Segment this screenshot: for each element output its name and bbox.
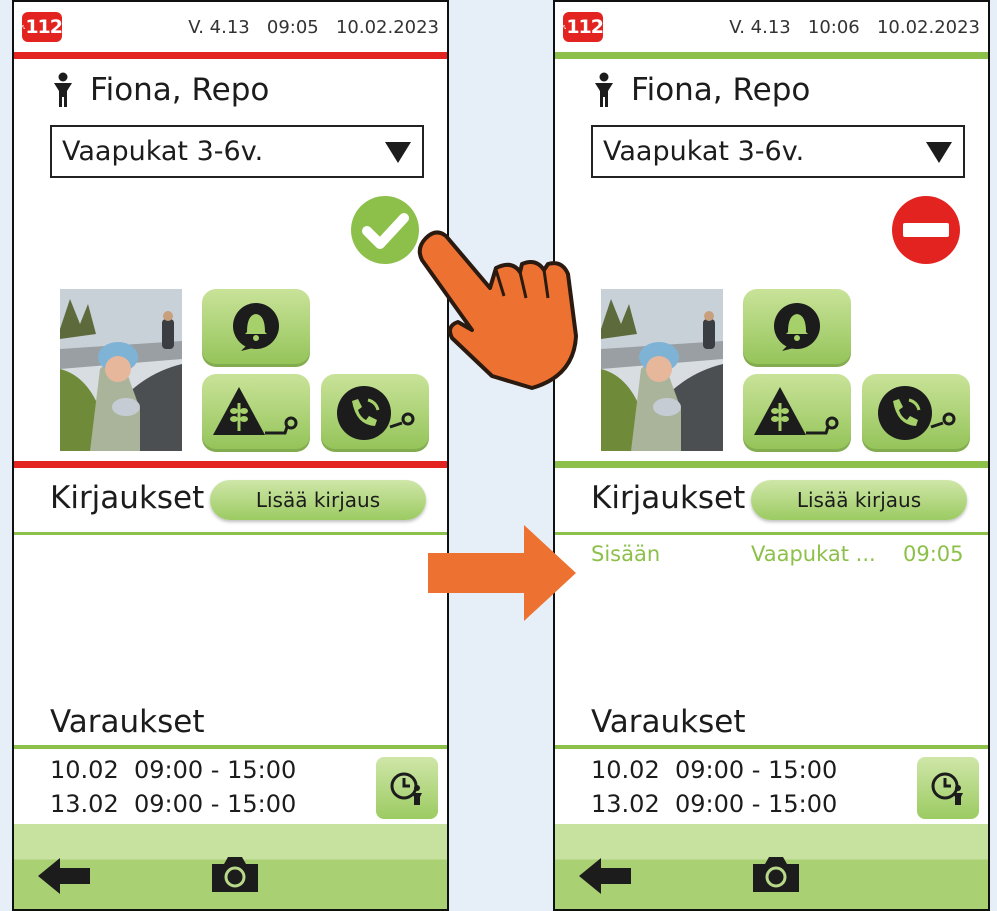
reservation-date: 10.02 — [50, 756, 119, 784]
phone-before-checkin: 112 V. 4.13 09:05 10.02.2023 Fiona, Repo… — [12, 0, 449, 911]
allergy-wheat-icon — [754, 387, 839, 435]
status-time: 09:05 — [266, 16, 319, 38]
kirjaukset-title: Kirjaukset — [591, 480, 746, 516]
allergy-wheat-icon — [213, 387, 298, 435]
status-color-bar — [555, 52, 988, 59]
reservation-date: 13.02 — [591, 790, 660, 818]
status-info: V. 4.13 09:05 10.02.2023 — [188, 17, 439, 38]
bottom-navigation — [555, 824, 988, 909]
child-name: Fiona, Repo — [90, 72, 270, 108]
group-dropdown[interactable]: Vaapukat 3-6v. — [591, 125, 965, 178]
reservation-item: 13.02 09:00 - 15:00 — [50, 790, 296, 818]
phone-call-icon — [337, 386, 415, 440]
bell-notification-icon — [233, 303, 279, 351]
child-header: Fiona, Repo — [52, 72, 269, 108]
child-photo — [601, 289, 723, 451]
section-divider — [555, 461, 988, 468]
group-dropdown[interactable]: Vaapukat 3-6v. — [50, 125, 424, 178]
notification-button[interactable] — [743, 289, 851, 367]
reservations-divider — [555, 745, 988, 749]
camera-icon[interactable] — [751, 854, 801, 894]
bottom-navigation — [14, 824, 447, 909]
reservation-time: 09:00 - 15:00 — [133, 756, 297, 784]
status-bar: 112 V. 4.13 10:06 10.02.2023 — [555, 2, 988, 52]
notification-button[interactable] — [202, 289, 310, 367]
reservations-button[interactable] — [376, 757, 438, 819]
reservations-divider — [14, 745, 447, 749]
reservations-button[interactable] — [917, 757, 979, 819]
emergency-112-button[interactable]: 112 — [563, 12, 604, 42]
child-name: Fiona, Repo — [631, 72, 811, 108]
reservation-date: 10.02 — [591, 756, 660, 784]
reservation-item: 10.02 09:00 - 15:00 — [591, 756, 837, 784]
status-date: 10.02.2023 — [335, 16, 439, 38]
check-circle-icon[interactable] — [349, 194, 421, 266]
status-date: 10.02.2023 — [876, 16, 980, 38]
back-arrow-icon[interactable] — [36, 856, 92, 896]
status-color-bar — [14, 52, 447, 59]
no-entry-icon[interactable] — [890, 194, 962, 266]
status-bar: 112 V. 4.13 09:05 10.02.2023 — [14, 2, 447, 52]
right-arrow-icon — [428, 525, 576, 621]
status-info: V. 4.13 10:06 10.02.2023 — [729, 17, 980, 38]
varaukset-title: Varaukset — [50, 704, 205, 740]
entries-divider — [14, 532, 447, 535]
pointing-hand-icon — [417, 230, 578, 390]
kirjaukset-title: Kirjaukset — [50, 480, 205, 516]
entry-group: Vaapukat ... — [751, 542, 876, 566]
child-photo — [60, 289, 182, 451]
section-divider — [14, 461, 447, 468]
dropdown-triangle-icon — [385, 141, 411, 163]
entry-type: Sisään — [591, 542, 661, 566]
clock-child-icon — [931, 772, 963, 805]
entries-divider — [555, 532, 988, 535]
child-icon — [54, 72, 72, 107]
allergy-button[interactable] — [202, 374, 310, 452]
clock-child-icon — [390, 772, 422, 805]
add-entry-button[interactable]: Lisää kirjaus — [210, 480, 426, 520]
camera-icon[interactable] — [210, 854, 260, 894]
phone-after-checkin: 112 V. 4.13 10:06 10.02.2023 Fiona, Repo… — [553, 0, 990, 911]
reservation-time: 09:00 - 15:00 — [674, 790, 838, 818]
status-time: 10:06 — [807, 16, 860, 38]
reservation-time: 09:00 - 15:00 — [133, 790, 297, 818]
entry-time: 09:05 — [903, 542, 964, 566]
dropdown-triangle-icon — [926, 141, 952, 163]
emergency-112-button[interactable]: 112 — [22, 12, 63, 42]
call-guardian-button[interactable] — [862, 374, 970, 452]
phone-call-icon — [878, 386, 956, 440]
allergy-button[interactable] — [743, 374, 851, 452]
app-version: V. 4.13 — [188, 16, 250, 38]
child-icon — [595, 72, 613, 107]
group-dropdown-value: Vaapukat 3-6v. — [603, 136, 805, 167]
bell-notification-icon — [774, 303, 820, 351]
reservation-time: 09:00 - 15:00 — [674, 756, 838, 784]
varaukset-title: Varaukset — [591, 704, 746, 740]
emergency-number: 112 — [25, 16, 63, 38]
group-dropdown-value: Vaapukat 3-6v. — [62, 136, 264, 167]
reservation-date: 13.02 — [50, 790, 119, 818]
emergency-number: 112 — [566, 16, 604, 38]
back-arrow-icon[interactable] — [577, 856, 633, 896]
child-header: Fiona, Repo — [593, 72, 810, 108]
reservation-item: 13.02 09:00 - 15:00 — [591, 790, 837, 818]
reservation-item: 10.02 09:00 - 15:00 — [50, 756, 296, 784]
app-version: V. 4.13 — [729, 16, 791, 38]
add-entry-button[interactable]: Lisää kirjaus — [751, 480, 967, 520]
